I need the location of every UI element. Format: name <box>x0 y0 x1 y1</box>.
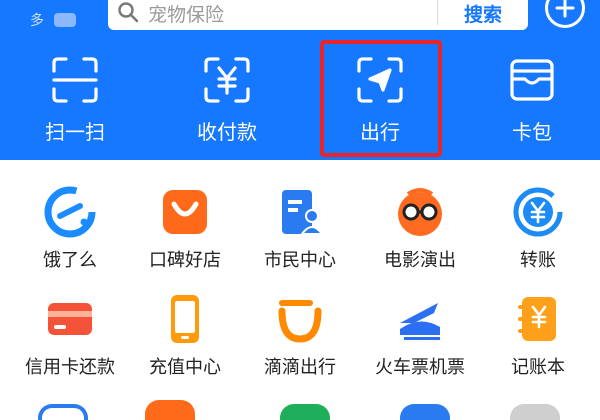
app-eleme[interactable]: 饿了么 <box>10 160 130 271</box>
quick-scan[interactable]: 扫一扫 <box>15 44 135 154</box>
app-didi-label: 滴滴出行 <box>264 357 336 378</box>
quick-actions: 扫一扫 收付款 出行 卡包 <box>0 44 600 154</box>
location-icon <box>54 13 76 27</box>
app-transfer[interactable]: 转账 <box>478 160 598 271</box>
quick-wallet-label: 卡包 <box>512 120 552 144</box>
didi-icon <box>273 293 327 345</box>
app-row3-icon[interactable] <box>145 400 195 420</box>
search-button[interactable]: 搜索 <box>438 0 528 27</box>
app-train-plane[interactable]: 火车票机票 <box>360 267 480 378</box>
transfer-icon <box>511 186 565 238</box>
phone-recharge-icon <box>158 293 212 345</box>
highlight-box <box>320 40 442 157</box>
credit-card-icon <box>43 293 97 345</box>
app-koubei[interactable]: 口碑好店 <box>125 160 245 271</box>
app-credit-card-label: 信用卡还款 <box>25 357 115 378</box>
app-ledger[interactable]: 记账本 <box>478 267 598 378</box>
wallet-icon <box>504 52 560 108</box>
plus-icon <box>555 0 575 18</box>
search-bar[interactable]: 宠物保险 搜索 <box>108 0 528 30</box>
movie-icon <box>393 186 447 238</box>
payment-icon <box>199 52 255 108</box>
top-bar: 多 宠物保险 搜索 扫一扫 收付款 出行 卡包 <box>0 0 600 160</box>
scan-icon <box>47 52 103 108</box>
app-ledger-label: 记账本 <box>511 357 565 378</box>
app-recharge[interactable]: 充值中心 <box>125 267 245 378</box>
add-button[interactable] <box>545 0 585 28</box>
citizen-center-icon <box>273 186 327 238</box>
app-row3-icon[interactable] <box>38 404 88 420</box>
app-grid: 饿了么 口碑好店 市民中心 电影演出 转账 信用卡还款 充值中心 滴滴出行 火车… <box>0 160 600 420</box>
ledger-icon <box>511 293 565 345</box>
train-plane-icon <box>393 293 447 345</box>
app-row3-icon[interactable] <box>280 404 330 420</box>
city-label: 多 <box>30 13 44 29</box>
app-didi[interactable]: 滴滴出行 <box>240 267 360 378</box>
app-row3-icon[interactable] <box>400 404 450 420</box>
quick-payment-label: 收付款 <box>197 120 257 144</box>
city-selector[interactable]: 多 <box>30 10 76 30</box>
app-citizen-center[interactable]: 市民中心 <box>240 160 360 271</box>
app-row3-icon[interactable] <box>510 404 560 420</box>
search-icon <box>108 0 148 30</box>
quick-scan-label: 扫一扫 <box>45 120 105 144</box>
app-movie[interactable]: 电影演出 <box>360 160 480 271</box>
eleme-icon <box>43 186 97 238</box>
app-recharge-label: 充值中心 <box>149 357 221 378</box>
quick-wallet[interactable]: 卡包 <box>472 44 592 154</box>
search-input[interactable]: 宠物保险 <box>148 0 437 27</box>
app-credit-card[interactable]: 信用卡还款 <box>10 267 130 378</box>
app-train-plane-label: 火车票机票 <box>375 357 465 378</box>
quick-payment[interactable]: 收付款 <box>167 44 287 154</box>
koubei-icon <box>158 186 212 238</box>
